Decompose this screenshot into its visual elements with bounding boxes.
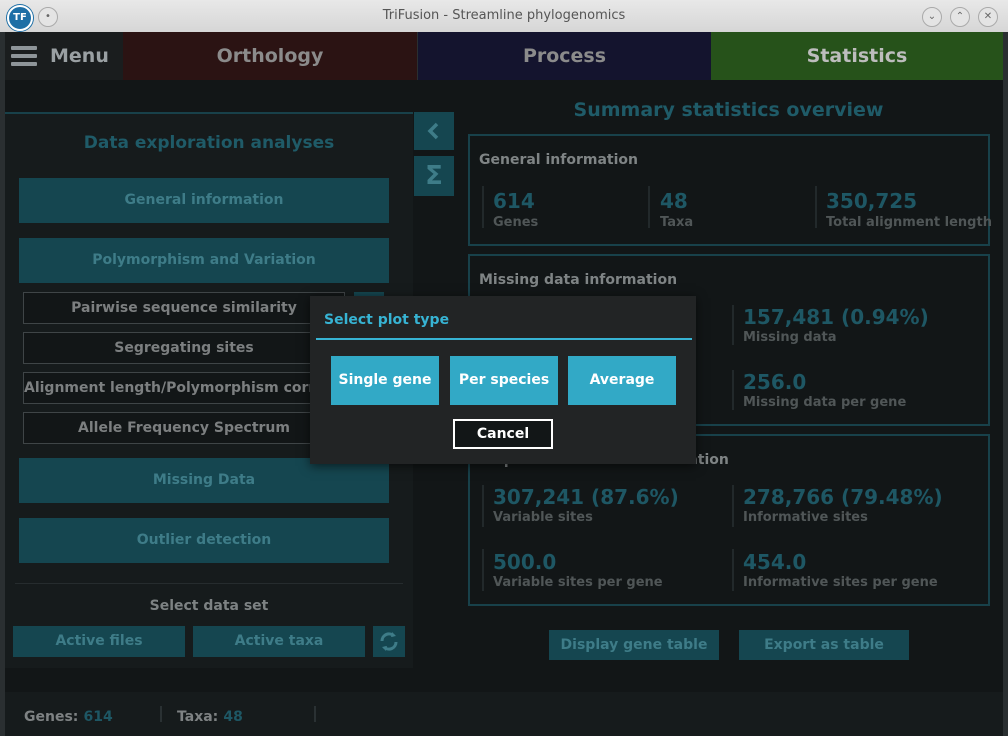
active-files-dropdown[interactable]: Active files (13, 626, 185, 657)
top-navigation: Menu Orthology Process Statistics (5, 32, 1003, 80)
hamburger-icon (11, 46, 37, 66)
window-titlebar: TF • TriFusion - Streamline phylogenomic… (0, 0, 1008, 33)
close-button[interactable]: ✕ (978, 7, 998, 27)
status-taxa-label: Taxa: (177, 709, 219, 725)
average-button[interactable]: Average (568, 356, 676, 405)
variable-per-gene-value: 500.0 (493, 550, 557, 574)
informative-per-gene-value: 454.0 (743, 550, 807, 574)
general-information-button[interactable]: General information (19, 178, 389, 223)
tab-statistics[interactable]: Statistics (711, 32, 1003, 80)
stat-divider (482, 485, 484, 527)
taxa-value: 48 (660, 189, 688, 213)
taxa-label: Taxa (660, 215, 694, 230)
menu-label: Menu (50, 45, 109, 67)
general-card-title: General information (479, 152, 638, 168)
stat-divider (815, 186, 817, 228)
refresh-button[interactable] (373, 626, 405, 657)
polymorphism-variation-button[interactable]: Polymorphism and Variation (19, 238, 389, 283)
informative-per-gene-label: Informative sites per gene (743, 575, 938, 590)
active-taxa-dropdown[interactable]: Active taxa (193, 626, 365, 657)
refresh-icon (380, 632, 398, 651)
length-polymorphism-correlation-button[interactable]: Alignment length/Polymorphism correlatio… (23, 372, 345, 404)
status-divider (160, 706, 162, 722)
alignment-length-value: 350,725 (826, 189, 918, 213)
dialog-title: Select plot type (324, 312, 450, 328)
status-divider (314, 706, 316, 722)
alignment-length-label: Total alignment length (826, 215, 992, 230)
variable-sites-label: Variable sites (493, 510, 593, 525)
sidepanel-title: Data exploration analyses (83, 133, 335, 153)
informative-sites-value: 278,766 (79.48%) (743, 485, 943, 509)
missing-per-gene-value: 256.0 (743, 370, 807, 394)
cancel-button[interactable]: Cancel (453, 419, 553, 449)
status-genes: Genes: 614 (24, 706, 113, 725)
missing-data-label: Missing data (743, 330, 837, 345)
stat-divider (732, 370, 734, 410)
status-bar (5, 692, 1003, 736)
status-genes-value: 614 (83, 709, 113, 725)
allele-frequency-spectrum-button[interactable]: Allele Frequency Spectrum (23, 412, 345, 444)
missing-data-value: 157,481 (0.94%) (743, 305, 929, 329)
single-gene-button[interactable]: Single gene (331, 356, 439, 405)
sidepanel-divider (15, 583, 403, 584)
stat-divider (482, 186, 484, 228)
stat-divider (482, 549, 484, 591)
sigma-icon[interactable]: Σ (414, 156, 454, 196)
missing-card-title: Missing data information (479, 272, 678, 288)
export-table-button[interactable]: Export as table (739, 630, 909, 660)
menu-button[interactable]: Menu (5, 32, 123, 80)
stat-divider (732, 549, 734, 591)
status-taxa-value: 48 (223, 709, 243, 725)
segregating-sites-button[interactable]: Segregating sites (23, 332, 345, 364)
tab-orthology[interactable]: Orthology (123, 32, 417, 80)
stats-title: Summary statistics overview (573, 99, 884, 121)
stat-divider (732, 305, 734, 345)
per-species-button[interactable]: Per species (450, 356, 558, 405)
status-taxa: Taxa: 48 (177, 706, 243, 725)
maximize-button[interactable]: ⌃ (950, 7, 970, 27)
window-title: TriFusion - Streamline phylogenomics (382, 8, 626, 23)
genes-label: Genes (493, 215, 539, 230)
variable-sites-value: 307,241 (87.6%) (493, 485, 679, 509)
display-gene-table-button[interactable]: Display gene table (549, 630, 719, 660)
select-dataset-label: Select data set (149, 598, 269, 614)
missing-data-button[interactable]: Missing Data (19, 458, 389, 503)
collapse-sidepanel-button[interactable] (414, 112, 454, 150)
genes-value: 614 (493, 189, 535, 213)
status-genes-label: Genes: (24, 709, 79, 725)
stat-divider (732, 485, 734, 527)
stat-divider (648, 186, 650, 228)
missing-per-gene-label: Missing data per gene (743, 395, 907, 410)
tab-process[interactable]: Process (418, 32, 711, 80)
pairwise-similarity-button[interactable]: Pairwise sequence similarity (23, 292, 345, 324)
chevron-left-icon (427, 122, 439, 140)
variable-per-gene-label: Variable sites per gene (493, 575, 663, 590)
outlier-detection-button[interactable]: Outlier detection (19, 518, 389, 563)
minimize-button[interactable]: ⌄ (922, 7, 942, 27)
dialog-title-underline (316, 338, 692, 340)
informative-sites-label: Informative sites (743, 510, 868, 525)
